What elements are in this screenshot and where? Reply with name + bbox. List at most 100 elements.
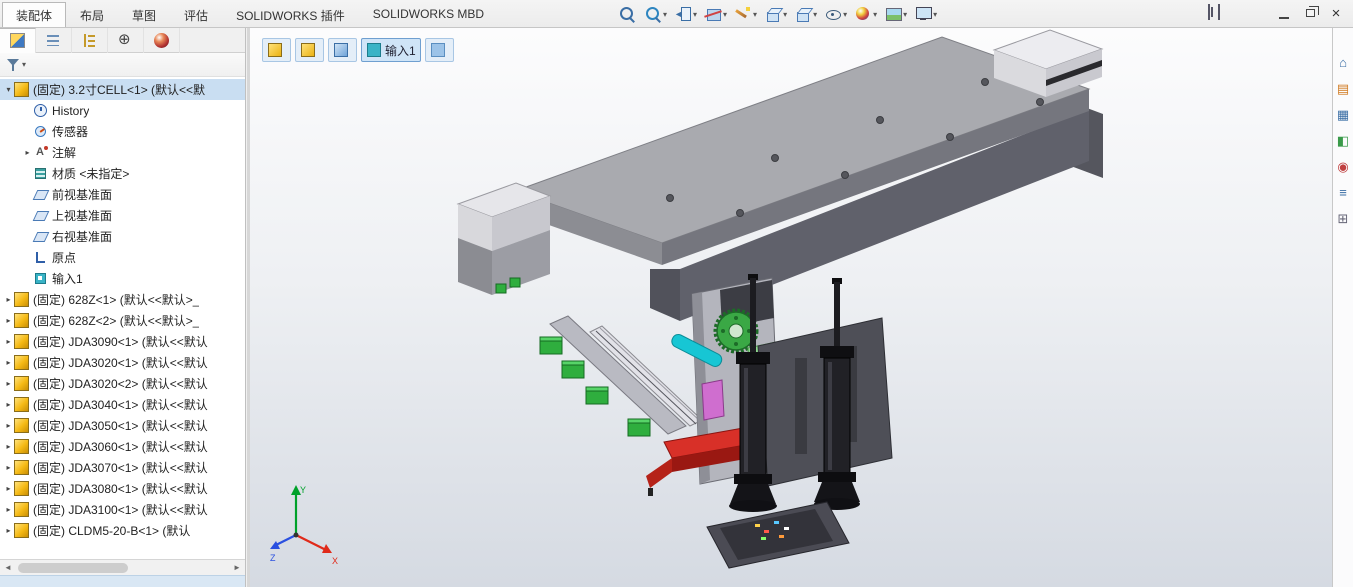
- tree-item-icon: [33, 166, 48, 181]
- expand-arrow-icon[interactable]: ▸: [3, 463, 14, 472]
- dropdown-arrow-icon[interactable]: ▾: [813, 10, 817, 19]
- tree-item[interactable]: ▸ (固定) JDA3020<2> (默认<<默认: [0, 373, 245, 394]
- dropdown-arrow-icon[interactable]: ▾: [663, 10, 667, 19]
- tree-item[interactable]: 右视基准面: [0, 226, 245, 247]
- tree-item[interactable]: ▾ (固定) 3.2寸CELL<1> (默认<<默: [0, 79, 245, 100]
- expand-arrow-icon[interactable]: ▸: [22, 148, 33, 157]
- tree-item[interactable]: ▸ (固定) JDA3040<1> (默认<<默认: [0, 394, 245, 415]
- dropdown-arrow-icon[interactable]: ▾: [843, 10, 847, 19]
- tab-sketch[interactable]: 草图: [118, 2, 170, 27]
- configurationmanager-tab[interactable]: [72, 27, 108, 53]
- forum-icon[interactable]: ⊞: [1335, 210, 1352, 227]
- tree-item[interactable]: 材质 <未指定>: [0, 163, 245, 184]
- minimize-button[interactable]: [1271, 2, 1297, 24]
- zoom-to-area-button[interactable]: ▾: [642, 2, 669, 26]
- toolbar-icon: [674, 5, 692, 23]
- model-cell-plate[interactable]: [706, 501, 850, 569]
- model-canvas[interactable]: Y X Z: [250, 28, 1332, 587]
- document-window-controls: [1208, 4, 1220, 20]
- expand-arrow-icon[interactable]: ▾: [3, 85, 14, 94]
- breadcrumb-feature-chip[interactable]: 输入1: [361, 38, 421, 62]
- breadcrumb-part-icon[interactable]: [328, 38, 357, 62]
- tree-item[interactable]: ▸ 注解: [0, 142, 245, 163]
- expand-arrow-icon[interactable]: ▸: [3, 379, 14, 388]
- breadcrumb-assembly-icon-1[interactable]: [262, 38, 291, 62]
- tab-layout[interactable]: 布局: [66, 2, 118, 27]
- expand-arrow-icon[interactable]: ▸: [3, 505, 14, 514]
- tree-item[interactable]: 前视基准面: [0, 184, 245, 205]
- scroll-left-icon[interactable]: ◄: [0, 560, 16, 575]
- filter-icon[interactable]: [6, 58, 20, 72]
- tree-item[interactable]: 原点: [0, 247, 245, 268]
- tab-assembly[interactable]: 装配体: [2, 2, 67, 27]
- view-settings-button[interactable]: ▾: [912, 2, 939, 26]
- hide-show-items-button[interactable]: ▾: [822, 2, 849, 26]
- expand-arrow-icon[interactable]: ▸: [3, 526, 14, 535]
- dropdown-arrow-icon[interactable]: ▾: [933, 10, 937, 19]
- tree-item[interactable]: ▸ (固定) JDA3060<1> (默认<<默认: [0, 436, 245, 457]
- expand-arrow-icon[interactable]: ▸: [3, 400, 14, 409]
- dropdown-arrow-icon[interactable]: ▾: [903, 10, 907, 19]
- dropdown-arrow-icon[interactable]: ▾: [723, 10, 727, 19]
- tab-solidworks-addins[interactable]: SOLIDWORKS 插件: [222, 2, 359, 27]
- tree-item[interactable]: ▸ (固定) JDA3020<1> (默认<<默认: [0, 352, 245, 373]
- close-button[interactable]: ×: [1323, 2, 1349, 24]
- edit-appearance-button[interactable]: ▾: [852, 2, 879, 26]
- tree-item[interactable]: ▸ (固定) JDA3070<1> (默认<<默认: [0, 457, 245, 478]
- tree-item[interactable]: ▸ (固定) JDA3100<1> (默认<<默认: [0, 499, 245, 520]
- tree-item[interactable]: ▸ (固定) JDA3080<1> (默认<<默认: [0, 478, 245, 499]
- section-view-button[interactable]: ▾: [702, 2, 729, 26]
- featuremanager-tab[interactable]: [0, 27, 36, 53]
- restore-button[interactable]: [1297, 2, 1323, 24]
- breadcrumb-assembly-icon-2[interactable]: [295, 38, 324, 62]
- view-palette-icon[interactable]: ◧: [1335, 132, 1352, 149]
- doc-maximize-icon[interactable]: [1218, 4, 1220, 20]
- restore-icon: [1305, 6, 1319, 17]
- model-left-end-block[interactable]: [456, 182, 552, 295]
- dropdown-arrow-icon[interactable]: ▾: [693, 10, 697, 19]
- tree-item[interactable]: ▸ (固定) CLDM5-20-B<1> (默认: [0, 520, 245, 541]
- tab-evaluate[interactable]: 评估: [170, 2, 222, 27]
- tree-item[interactable]: 传感器: [0, 121, 245, 142]
- expand-arrow-icon[interactable]: ▸: [3, 484, 14, 493]
- previous-view-button[interactable]: ▾: [672, 2, 699, 26]
- design-library-icon[interactable]: ▤: [1335, 80, 1352, 97]
- tab-solidworks-mbd[interactable]: SOLIDWORKS MBD: [359, 2, 498, 27]
- expand-arrow-icon[interactable]: ▸: [3, 337, 14, 346]
- tree-item[interactable]: ▸ (固定) JDA3090<1> (默认<<默认: [0, 331, 245, 352]
- propertymanager-tab[interactable]: [36, 27, 72, 53]
- scroll-right-icon[interactable]: ►: [229, 560, 245, 575]
- custom-properties-icon[interactable]: ≡: [1335, 184, 1352, 201]
- filter-dropdown-icon[interactable]: ▾: [22, 60, 26, 69]
- annotation-view-button[interactable]: ▾: [732, 2, 759, 26]
- tree-item[interactable]: History: [0, 100, 245, 121]
- expand-arrow-icon[interactable]: ▸: [3, 442, 14, 451]
- view-orientation-button[interactable]: ▾: [762, 2, 789, 26]
- tree-item[interactable]: ▸ (固定) JDA3050<1> (默认<<默认: [0, 415, 245, 436]
- expand-arrow-icon[interactable]: ▸: [3, 421, 14, 430]
- appearances-icon[interactable]: ◉: [1335, 158, 1352, 175]
- expand-arrow-icon[interactable]: ▸: [3, 316, 14, 325]
- model-pink-block[interactable]: [701, 379, 725, 421]
- display-style-button[interactable]: ▾: [792, 2, 819, 26]
- displaymanager-tab[interactable]: [144, 27, 180, 53]
- expand-arrow-icon[interactable]: ▸: [3, 358, 14, 367]
- tree-item[interactable]: ▸ (固定) 628Z<1> (默认<<默认>_: [0, 289, 245, 310]
- breadcrumb-body-icon[interactable]: [424, 38, 454, 62]
- expand-arrow-icon[interactable]: ▸: [3, 295, 14, 304]
- tree-item[interactable]: ▸ (固定) 628Z<2> (默认<<默认>_: [0, 310, 245, 331]
- scrollbar-thumb[interactable]: [18, 563, 128, 573]
- dropdown-arrow-icon[interactable]: ▾: [753, 10, 757, 19]
- dropdown-arrow-icon[interactable]: ▾: [873, 10, 877, 19]
- dimxpertmanager-tab[interactable]: [108, 27, 144, 53]
- graphics-area[interactable]: 输入1 Y X Z: [250, 28, 1332, 587]
- tree-item[interactable]: 输入1: [0, 268, 245, 289]
- apply-scene-button[interactable]: ▾: [882, 2, 909, 26]
- tree-item[interactable]: 上视基准面: [0, 205, 245, 226]
- dropdown-arrow-icon[interactable]: ▾: [783, 10, 787, 19]
- file-explorer-icon[interactable]: ▦: [1335, 106, 1352, 123]
- tree-horizontal-scrollbar[interactable]: ◄ ►: [0, 559, 245, 575]
- zoom-to-fit-button[interactable]: [616, 2, 639, 26]
- solidworks-resources-icon[interactable]: ⌂: [1335, 54, 1352, 71]
- doc-restore-icon[interactable]: [1208, 4, 1210, 20]
